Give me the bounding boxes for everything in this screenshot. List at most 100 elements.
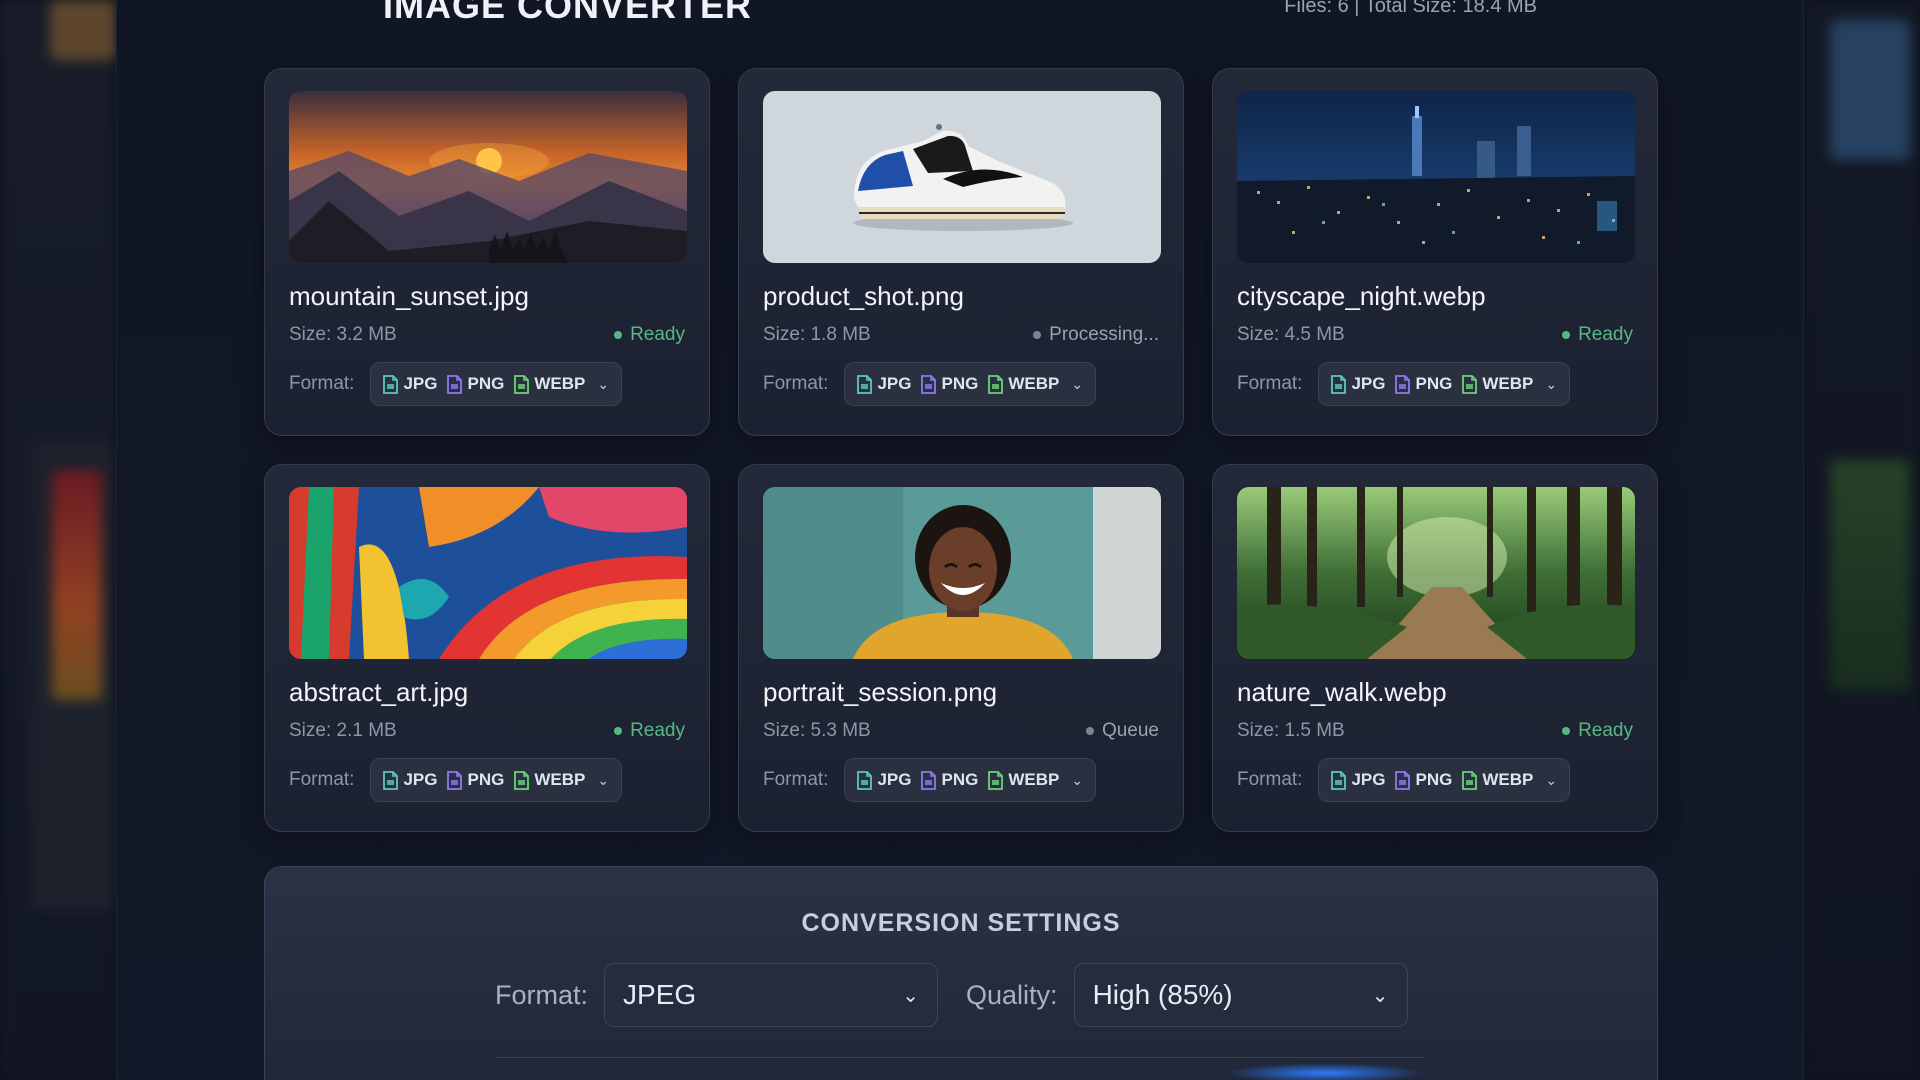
format-dropdown[interactable]: JPG PNG WEBP ⌄ [844, 758, 1097, 802]
file-name: mountain_sunset.jpg [289, 281, 529, 311]
webp-file-icon [514, 770, 530, 790]
format-option-label: JPG [1351, 374, 1386, 393]
file-meta: Size: 4.5 MB Ready [1237, 324, 1633, 346]
format-dropdown[interactable]: JPG PNG WEBP ⌄ [1318, 362, 1571, 406]
app-title: IMAGE CONVERTER [383, 0, 753, 26]
file-card-cityscape-night[interactable]: cityscape_night.webp Size: 4.5 MB Ready … [1212, 68, 1658, 436]
file-name: abstract_art.jpg [289, 677, 469, 707]
status-badge: Ready [1562, 324, 1633, 346]
format-option-label: PNG [467, 374, 505, 393]
chevron-down-icon: ⌄ [1545, 375, 1558, 392]
jpg-file-icon [1331, 770, 1347, 790]
image-thumbnail [289, 487, 687, 659]
format-option-png[interactable]: PNG [447, 770, 504, 790]
format-row: Format: JPG PNG WEBP ⌄ [763, 758, 1159, 802]
format-select[interactable]: JPEG ⌄ [604, 963, 939, 1027]
file-card-nature-walk[interactable]: nature_walk.webp Size: 1.5 MB Ready Form… [1212, 464, 1658, 832]
webp-file-icon [1462, 374, 1478, 394]
quality-select-value: High (85%) [1092, 979, 1233, 1010]
format-option-label: WEBP [534, 374, 586, 393]
format-option-label: WEBP [1008, 374, 1060, 393]
file-meta: Size: 5.3 MB Queue [763, 720, 1159, 742]
settings-row: Format: JPEG ⌄ Quality: High (85%) ⌄ [495, 963, 1408, 1027]
format-option-label: WEBP [534, 770, 586, 789]
chevron-down-icon: ⌄ [1371, 984, 1389, 1007]
format-dropdown[interactable]: JPG PNG WEBP ⌄ [1318, 758, 1571, 802]
file-size: Size: 4.5 MB [1237, 324, 1345, 345]
file-meta: Size: 1.8 MB Processing... [763, 324, 1159, 346]
quality-select[interactable]: High (85%) ⌄ [1073, 963, 1408, 1027]
file-name: portrait_session.png [763, 677, 998, 707]
jpg-file-icon [383, 770, 399, 790]
format-option-jpg[interactable]: JPG [1331, 770, 1385, 790]
format-row: Format: JPG PNG WEBP ⌄ [1237, 758, 1633, 802]
format-option-webp[interactable]: WEBP [1462, 770, 1533, 790]
files-summary: Files: 6 | Total Size: 18.4 MB [1284, 0, 1537, 17]
file-size: Size: 2.1 MB [289, 720, 397, 741]
png-file-icon [1395, 770, 1411, 790]
format-label: Format: [289, 373, 355, 394]
format-option-png[interactable]: PNG [447, 374, 504, 394]
file-meta: Size: 1.5 MB Ready [1237, 720, 1633, 742]
format-option-jpg[interactable]: JPG [383, 770, 437, 790]
chevron-down-icon: ⌄ [597, 375, 610, 392]
file-card-mountain-sunset[interactable]: mountain_sunset.jpg Size: 3.2 MB Ready F… [264, 68, 710, 436]
format-label: Format: [763, 373, 829, 394]
format-option-label: PNG [941, 374, 979, 393]
format-row: Format: JPG PNG WEBP ⌄ [289, 362, 685, 406]
format-option-label: WEBP [1482, 374, 1534, 393]
format-option-label: PNG [1415, 374, 1453, 393]
format-option-png[interactable]: PNG [921, 770, 978, 790]
image-thumbnail [1237, 487, 1635, 659]
format-option-webp[interactable]: WEBP [988, 770, 1059, 790]
format-option-jpg[interactable]: JPG [383, 374, 437, 394]
file-card-abstract-art[interactable]: abstract_art.jpg Size: 2.1 MB Ready Form… [264, 464, 710, 832]
format-row: Format: JPG PNG WEBP ⌄ [1237, 362, 1633, 406]
file-card-product-shot[interactable]: product_shot.png Size: 1.8 MB Processing… [738, 68, 1184, 436]
format-dropdown[interactable]: JPG PNG WEBP ⌄ [370, 758, 623, 802]
format-label: Format: [495, 979, 589, 1010]
format-option-jpg[interactable]: JPG [857, 374, 911, 394]
format-option-label: WEBP [1008, 770, 1060, 789]
file-size: Size: 5.3 MB [763, 720, 871, 741]
jpg-file-icon [857, 770, 873, 790]
format-option-png[interactable]: PNG [1395, 374, 1452, 394]
image-thumbnail [1237, 91, 1635, 263]
format-option-webp[interactable]: WEBP [1462, 374, 1533, 394]
image-thumbnail [763, 91, 1161, 263]
quality-label: Quality: [966, 979, 1058, 1010]
divider [495, 1057, 1425, 1058]
status-badge: Ready [614, 324, 685, 346]
jpg-file-icon [857, 374, 873, 394]
format-option-png[interactable]: PNG [921, 374, 978, 394]
format-option-webp[interactable]: WEBP [988, 374, 1059, 394]
file-card-portrait-session[interactable]: portrait_session.png Size: 5.3 MB Queue … [738, 464, 1184, 832]
background-right-panel [1804, 0, 1920, 1080]
file-name: nature_walk.webp [1237, 677, 1447, 707]
format-option-webp[interactable]: WEBP [514, 374, 585, 394]
format-option-jpg[interactable]: JPG [857, 770, 911, 790]
format-dropdown[interactable]: JPG PNG WEBP ⌄ [370, 362, 623, 406]
jpg-file-icon [1331, 374, 1347, 394]
webp-file-icon [514, 374, 530, 394]
format-row: Format: JPG PNG WEBP ⌄ [289, 758, 685, 802]
format-option-label: JPG [403, 374, 438, 393]
conversion-settings-panel: CONVERSION SETTINGS Format: JPEG ⌄ Quali… [264, 866, 1658, 1080]
format-option-label: JPG [403, 770, 438, 789]
webp-file-icon [1462, 770, 1478, 790]
format-option-jpg[interactable]: JPG [1331, 374, 1385, 394]
format-row: Format: JPG PNG WEBP ⌄ [763, 362, 1159, 406]
format-option-webp[interactable]: WEBP [514, 770, 585, 790]
file-meta: Size: 2.1 MB Ready [289, 720, 685, 742]
png-file-icon [447, 374, 463, 394]
format-option-label: PNG [467, 770, 505, 789]
format-select-value: JPEG [623, 979, 697, 1010]
chevron-down-icon: ⌄ [902, 984, 920, 1007]
status-text: Processing... [1049, 324, 1159, 345]
status-text: Ready [1578, 324, 1633, 345]
format-option-png[interactable]: PNG [1395, 770, 1452, 790]
status-dot [1085, 727, 1094, 735]
format-dropdown[interactable]: JPG PNG WEBP ⌄ [844, 362, 1097, 406]
chevron-down-icon: ⌄ [1071, 375, 1084, 392]
format-option-label: JPG [1351, 770, 1386, 789]
